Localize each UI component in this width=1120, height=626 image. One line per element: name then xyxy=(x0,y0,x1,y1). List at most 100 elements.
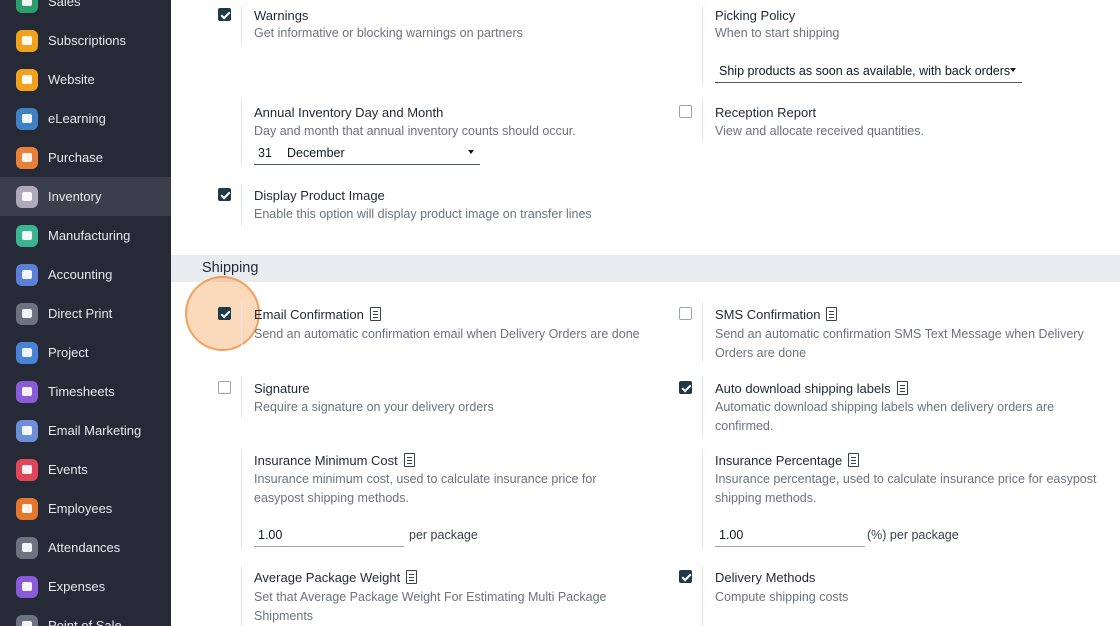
sidebar-item-label: Purchase xyxy=(48,150,103,165)
auto-download-labels-title: Auto download shipping labels xyxy=(715,381,908,396)
manufacturing-app-icon xyxy=(16,224,38,247)
sms-confirmation-desc: Send an automatic confirmation SMS Text … xyxy=(715,327,1084,360)
divider xyxy=(241,6,242,44)
sms-confirmation-checkbox[interactable] xyxy=(679,307,692,320)
insurance-min-cost-unit: per package xyxy=(409,528,478,542)
insurance-min-cost-desc: Insurance minimum cost, used to calculat… xyxy=(254,472,597,505)
sidebar-item-elearning[interactable]: eLearning xyxy=(0,99,171,138)
sidebar-item-label: Email Marketing xyxy=(48,423,142,438)
warnings-title: Warnings xyxy=(254,8,309,23)
sidebar-item-label: Expenses xyxy=(48,579,106,594)
auto-download-labels-label: Auto download shipping labels xyxy=(715,381,891,396)
subscriptions-app-icon xyxy=(16,29,38,52)
sidebar-item-purchase[interactable]: Purchase xyxy=(0,138,171,177)
email-confirmation-desc: Send an automatic confirmation email whe… xyxy=(254,327,640,341)
website-app-icon xyxy=(16,68,38,91)
sidebar-item-label: Project xyxy=(48,345,89,360)
sidebar-item-direct-print[interactable]: Direct Print xyxy=(0,294,171,333)
divider xyxy=(241,100,242,166)
picking-policy-value: Ship products as soon as available, with… xyxy=(719,64,1011,78)
enterprise-icon xyxy=(406,570,418,584)
enterprise-icon xyxy=(896,381,908,395)
delivery-methods-title: Delivery Methods xyxy=(715,570,816,585)
signature-checkbox[interactable] xyxy=(218,381,231,394)
caret-down-icon xyxy=(468,150,474,154)
picking-policy-desc: When to start shipping xyxy=(715,26,840,40)
sidebar-item-label: Attendances xyxy=(48,540,121,555)
insurance-percentage-unit: (%) per package xyxy=(867,528,959,542)
email-confirmation-checkbox[interactable] xyxy=(218,307,231,320)
signature-title: Signature xyxy=(254,381,310,396)
display-product-image-checkbox[interactable] xyxy=(218,188,231,201)
picking-policy-select[interactable]: Ship products as soon as available, with… xyxy=(715,62,1022,83)
sidebar-item-manufacturing[interactable]: Manufacturing xyxy=(0,216,171,255)
email-marketing-app-icon xyxy=(16,419,38,442)
insurance-min-cost-value: 1.00 xyxy=(258,528,283,542)
sidebar-item-sales[interactable]: Sales xyxy=(0,0,171,21)
sidebar-item-events[interactable]: Events xyxy=(0,450,171,489)
sidebar-item-label: Sales xyxy=(48,0,81,9)
sidebar-item-label: eLearning xyxy=(48,111,106,126)
sidebar-item-label: Inventory xyxy=(48,189,102,204)
sidebar-item-timesheets[interactable]: Timesheets xyxy=(0,372,171,411)
timesheets-app-icon xyxy=(16,380,38,403)
delivery-methods-checkbox[interactable] xyxy=(679,570,692,583)
email-confirmation-label: Email Confirmation xyxy=(254,307,364,322)
sidebar-item-website[interactable]: Website xyxy=(0,60,171,99)
sidebar-item-email-marketing[interactable]: Email Marketing xyxy=(0,411,171,450)
sidebar-item-label: Subscriptions xyxy=(48,33,127,48)
warnings-checkbox[interactable] xyxy=(218,8,231,21)
apps-sidebar: Sales Subscriptions Website eLearning Purcha… xyxy=(0,0,171,626)
sidebar-item-label: Events xyxy=(48,462,88,477)
sidebar-item-point-of-sale[interactable]: Point of Sale xyxy=(0,606,171,626)
project-app-icon xyxy=(16,341,38,364)
insurance-percentage-title: Insurance Percentage xyxy=(715,453,860,468)
events-app-icon xyxy=(16,458,38,481)
divider xyxy=(702,449,703,549)
enterprise-icon xyxy=(369,307,381,321)
insurance-percentage-input[interactable]: 1.00 xyxy=(715,527,865,547)
caret-down-icon xyxy=(1010,68,1016,72)
inventory-app-icon xyxy=(16,185,38,208)
annual-inventory-select[interactable]: 31 December xyxy=(254,144,480,165)
divider xyxy=(702,566,703,626)
sidebar-item-expenses[interactable]: Expenses xyxy=(0,567,171,606)
purchase-app-icon xyxy=(16,146,38,169)
annual-inventory-title: Annual Inventory Day and Month xyxy=(254,105,444,120)
warnings-desc: Get informative or blocking warnings on … xyxy=(254,26,523,40)
sidebar-item-accounting[interactable]: Accounting xyxy=(0,255,171,294)
avg-package-weight-label: Average Package Weight xyxy=(254,570,401,585)
insurance-min-cost-input[interactable]: 1.00 xyxy=(254,527,404,547)
divider xyxy=(241,449,242,549)
elearning-app-icon xyxy=(16,107,38,130)
auto-download-labels-checkbox[interactable] xyxy=(679,381,692,394)
point-of-sale-app-icon xyxy=(16,614,38,626)
insurance-percentage-desc: Insurance percentage, used to calculate … xyxy=(715,472,1097,505)
insurance-percentage-label: Insurance Percentage xyxy=(715,453,843,468)
insurance-min-cost-label: Insurance Minimum Cost xyxy=(254,453,398,468)
annual-inventory-month: December xyxy=(287,146,345,160)
reception-report-checkbox[interactable] xyxy=(679,105,692,118)
enterprise-icon xyxy=(403,453,415,467)
insurance-min-cost-title: Insurance Minimum Cost xyxy=(254,453,415,468)
sidebar-item-label: Timesheets xyxy=(48,384,115,399)
divider xyxy=(241,566,242,626)
sidebar-item-label: Point of Sale xyxy=(48,618,122,626)
sales-app-icon xyxy=(16,0,38,13)
sidebar-item-inventory[interactable]: Inventory xyxy=(0,177,171,216)
sidebar-item-project[interactable]: Project xyxy=(0,333,171,372)
employees-app-icon xyxy=(16,497,38,520)
sidebar-item-attendances[interactable]: Attendances xyxy=(0,528,171,567)
direct-print-app-icon xyxy=(16,302,38,325)
sidebar-item-label: Accounting xyxy=(48,267,113,282)
signature-desc: Require a signature on your delivery ord… xyxy=(254,400,494,414)
annual-inventory-day: 31 xyxy=(258,146,272,160)
sidebar-item-employees[interactable]: Employees xyxy=(0,489,171,528)
shipping-section-title: Shipping xyxy=(202,260,259,276)
avg-package-weight-desc: Set that Average Package Weight For Esti… xyxy=(254,590,607,623)
sidebar-item-subscriptions[interactable]: Subscriptions xyxy=(0,21,171,60)
divider xyxy=(702,376,703,436)
accounting-app-icon xyxy=(16,263,38,286)
divider xyxy=(241,184,242,226)
display-product-image-desc: Enable this option will display product … xyxy=(254,207,592,221)
